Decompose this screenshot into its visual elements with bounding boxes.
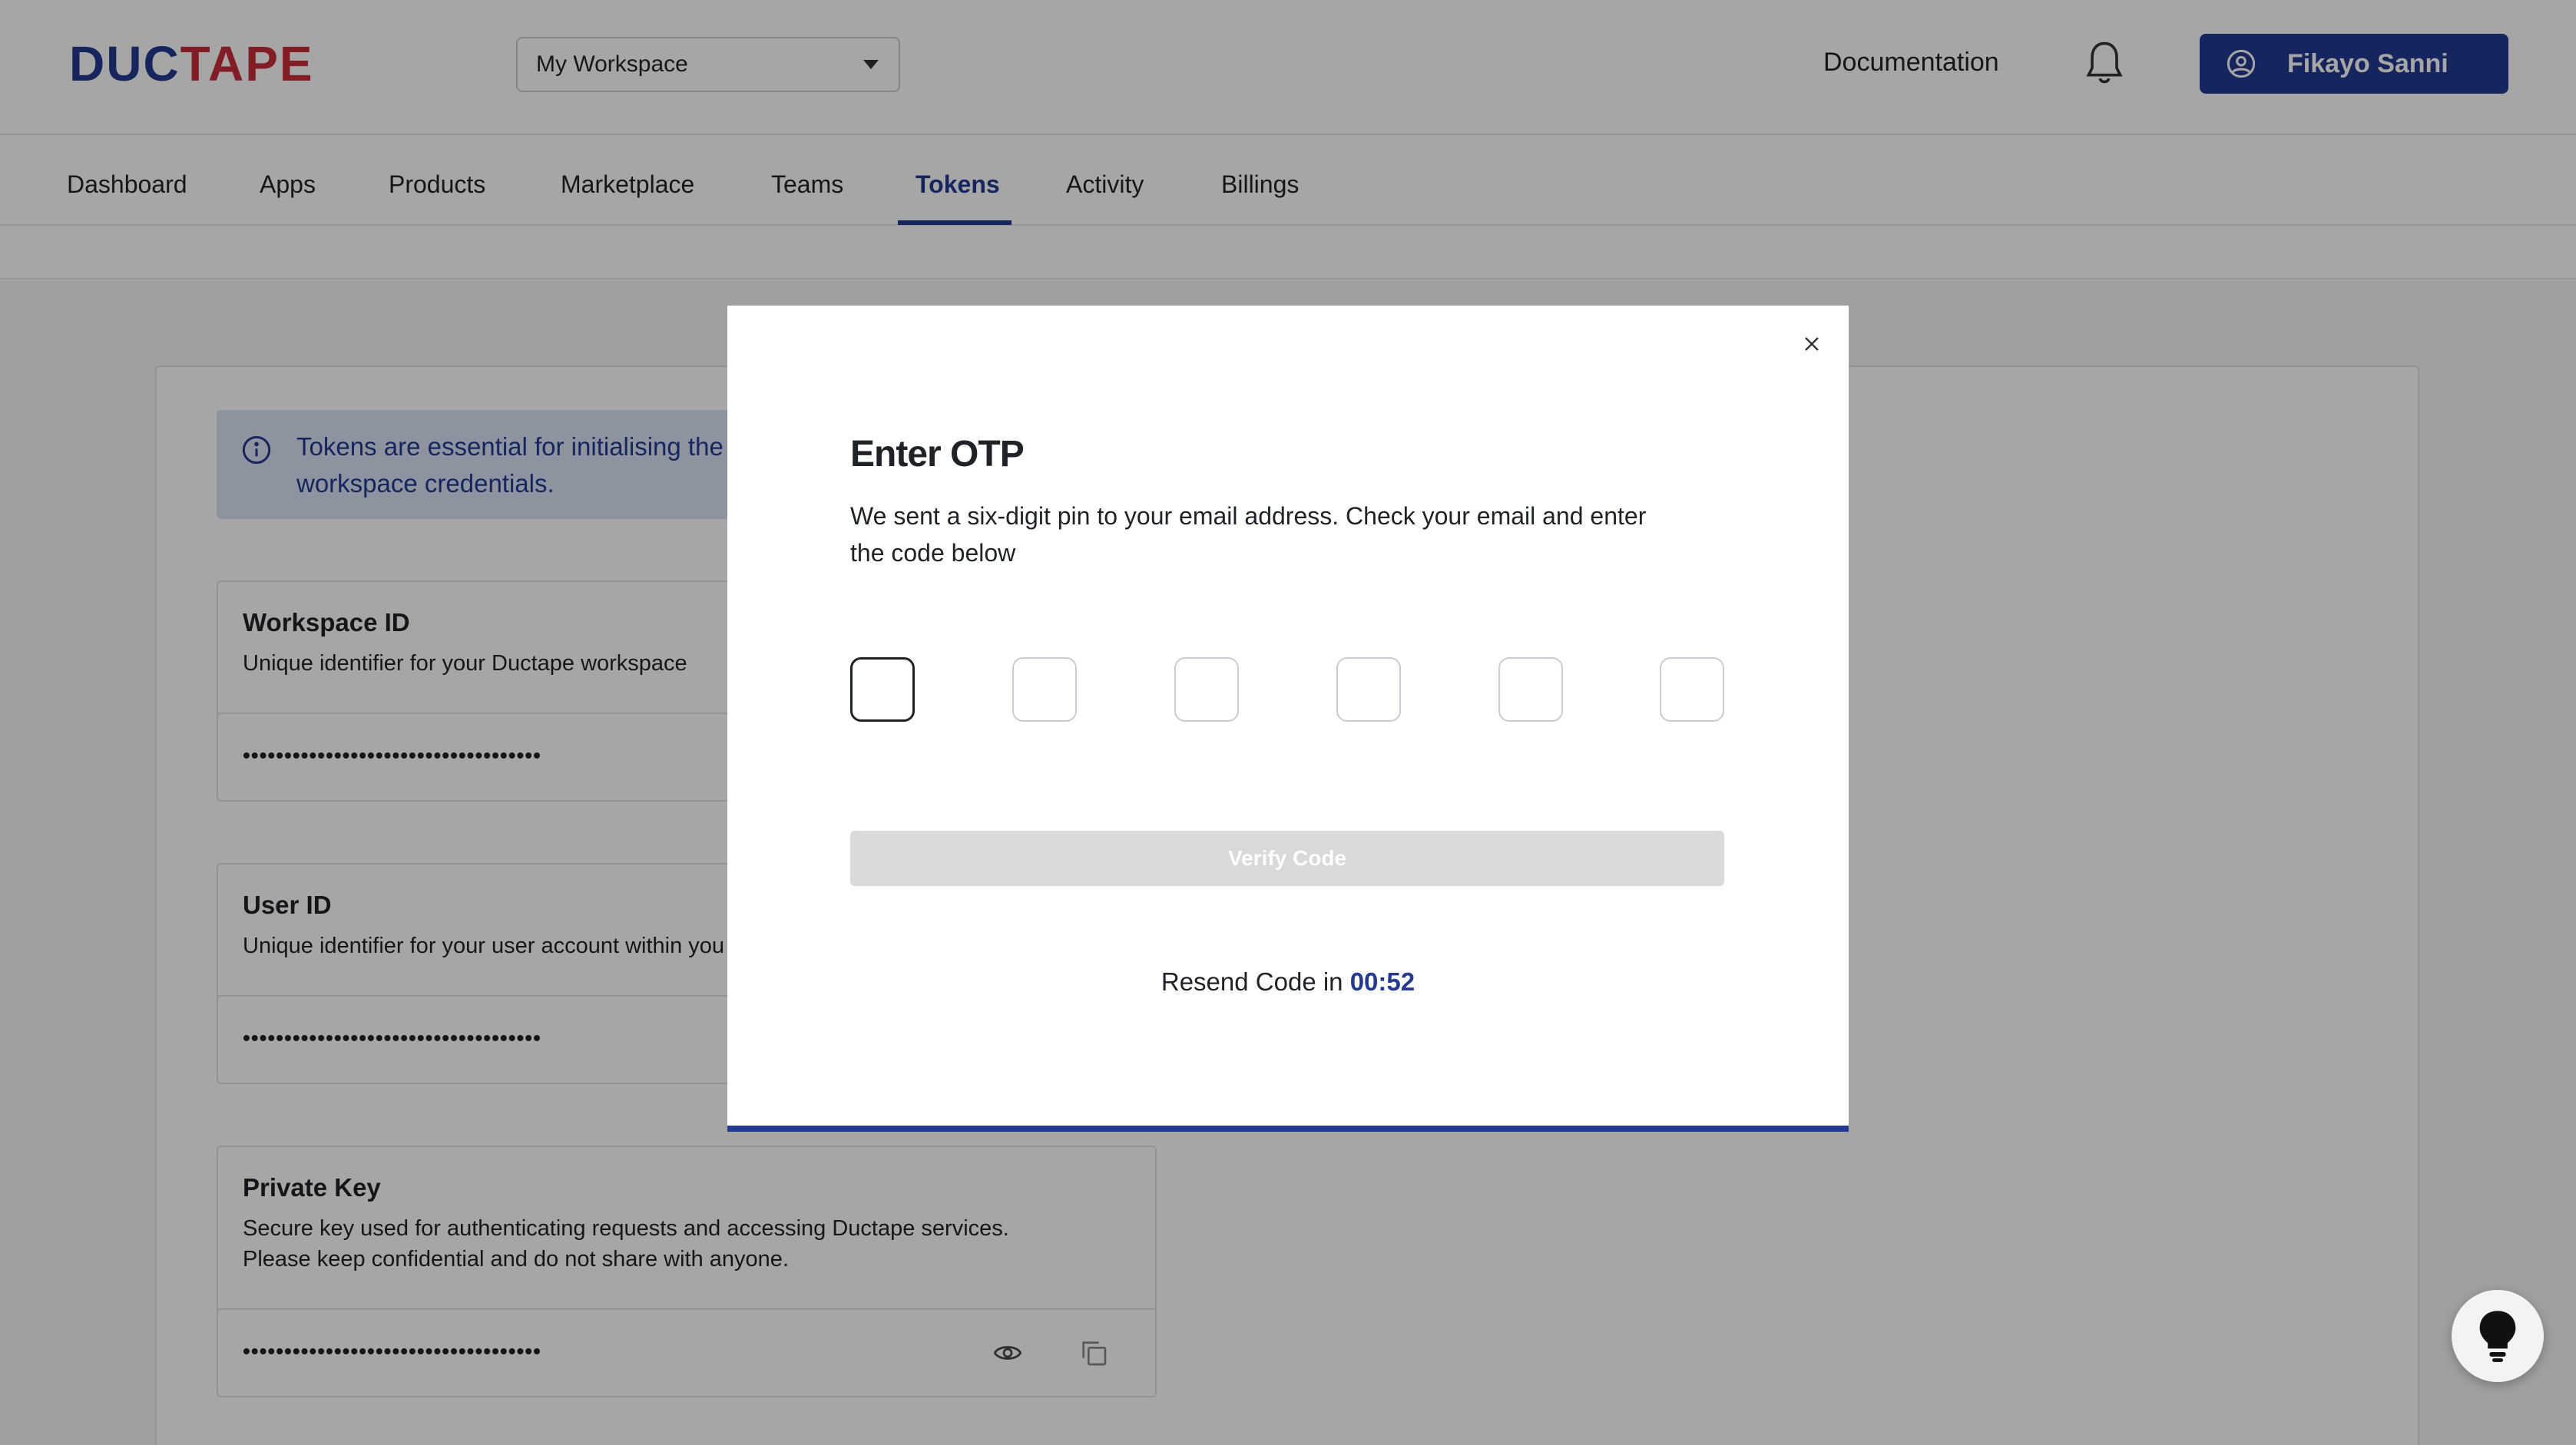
otp-digit-6[interactable] xyxy=(1660,657,1724,722)
otp-digit-1[interactable] xyxy=(850,657,915,722)
otp-modal: Enter OTP We sent a six-digit pin to you… xyxy=(727,306,1849,1132)
modal-description: We sent a six-digit pin to your email ad… xyxy=(850,502,1647,567)
close-button[interactable] xyxy=(1796,329,1827,359)
resend-code-text: Resend Code in 00:52 xyxy=(1161,967,1415,996)
close-icon xyxy=(1805,337,1819,351)
otp-digit-3[interactable] xyxy=(1174,657,1239,722)
otp-digit-4[interactable] xyxy=(1336,657,1401,722)
modal-title: Enter OTP xyxy=(850,434,1025,475)
otp-digit-5[interactable] xyxy=(1498,657,1563,722)
help-button[interactable] xyxy=(2452,1290,2544,1382)
verify-code-button[interactable]: Verify Code xyxy=(850,831,1724,886)
otp-digit-2[interactable] xyxy=(1012,657,1077,722)
resend-timer: 00:52 xyxy=(1349,967,1415,996)
lightbulb-icon xyxy=(2479,1311,2516,1362)
